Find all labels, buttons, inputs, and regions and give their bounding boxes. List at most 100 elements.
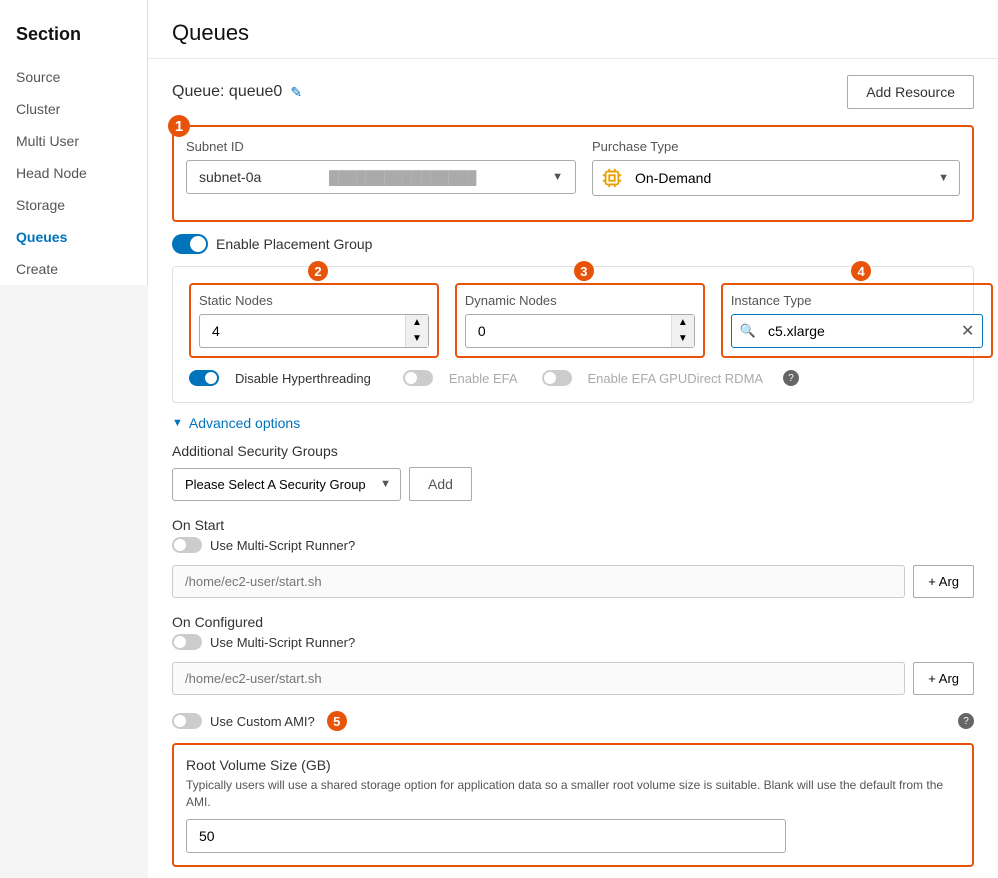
sidebar-item-create[interactable]: Create (0, 253, 147, 285)
efa-gpudirect-toggle[interactable] (542, 370, 572, 386)
step-badge-3: 3 (574, 261, 594, 281)
step-badge-2: 2 (308, 261, 328, 281)
efa-gpudirect-label: Enable EFA GPUDirect RDMA (588, 371, 764, 386)
edit-icon[interactable]: ✎ (290, 84, 302, 101)
static-nodes-input-wrapper: 4 ▲ ▼ (199, 314, 429, 348)
subnet-masked: ████████████████ (329, 170, 476, 185)
security-group-dropdown[interactable]: Please Select A Security Group (172, 468, 401, 501)
chip-icon (593, 161, 631, 195)
purchase-type-dropdown[interactable]: On-Demand (631, 162, 959, 194)
queue-label: Queue: queue0 ✎ (172, 83, 302, 101)
dynamic-nodes-increment[interactable]: ▲ (672, 315, 694, 331)
purchase-type-field: Purchase Type (592, 139, 960, 196)
on-configured-script-input[interactable] (172, 662, 905, 695)
placement-group-row: Enable Placement Group (172, 234, 974, 254)
placement-group-label: Enable Placement Group (216, 236, 372, 252)
dynamic-nodes-spinner: ▲ ▼ (671, 315, 694, 347)
on-configured-multi-toggle[interactable] (172, 634, 202, 650)
static-nodes-field: 2 Static Nodes 4 ▲ ▼ (189, 283, 439, 358)
on-configured-script-row: + Arg (172, 662, 974, 695)
sidebar-title: Section (0, 16, 147, 61)
efa-help-icon[interactable]: ? (783, 370, 799, 386)
on-start-multi-knob (174, 539, 186, 551)
sidebar-item-cluster[interactable]: Cluster (0, 93, 147, 125)
root-volume-box: Root Volume Size (GB) Typically users wi… (172, 743, 974, 867)
subnet-field: Subnet ID subnet-0a ████████████████ ▼ (186, 139, 576, 196)
on-start-section: On Start Use Multi-Script Runner? + Arg (172, 517, 974, 598)
root-volume-title: Root Volume Size (GB) (186, 757, 960, 773)
on-start-multi-row: Use Multi-Script Runner? (172, 537, 974, 553)
step-badge-4: 4 (851, 261, 871, 281)
efa-toggle[interactable] (403, 370, 433, 386)
purchase-type-label: Purchase Type (592, 139, 960, 154)
custom-ami-label: Use Custom AMI? (210, 714, 315, 729)
custom-ami-knob (174, 715, 186, 727)
on-configured-multi-label: Use Multi-Script Runner? (210, 635, 355, 650)
custom-ami-left: Use Custom AMI? 5 (172, 711, 347, 731)
instance-type-input-wrapper: 🔍 c5.xlarge ✕ (731, 314, 984, 348)
on-start-script-input[interactable] (172, 565, 905, 598)
dynamic-nodes-input[interactable]: 0 (466, 315, 671, 347)
custom-ami-help-icon[interactable]: ? (958, 713, 974, 729)
sidebar-item-source[interactable]: Source (0, 61, 147, 93)
subnet-label: Subnet ID (186, 139, 576, 154)
on-configured-multi-row: Use Multi-Script Runner? (172, 634, 974, 650)
advanced-options-toggle[interactable]: ▼ Advanced options (172, 415, 974, 431)
on-start-script-row: + Arg (172, 565, 974, 598)
static-nodes-input[interactable]: 4 (200, 315, 405, 347)
sidebar: Section Source Cluster Multi User Head N… (0, 0, 148, 878)
dynamic-nodes-input-wrapper: 0 ▲ ▼ (465, 314, 695, 348)
security-groups-section-label: Additional Security Groups (172, 443, 974, 459)
subnet-select[interactable]: subnet-0a ████████████████ ▼ (186, 160, 576, 194)
toggle-knob (190, 236, 206, 252)
advanced-options-label: Advanced options (189, 415, 300, 431)
efa-gpudirect-knob (544, 372, 556, 384)
chevron-down-icon: ▼ (172, 417, 183, 429)
sidebar-item-multi-user[interactable]: Multi User (0, 125, 147, 157)
instance-type-label: Instance Type (731, 293, 984, 308)
security-groups-row: Please Select A Security Group Add (172, 467, 974, 501)
static-nodes-label: Static Nodes (199, 293, 429, 308)
dynamic-nodes-label: Dynamic Nodes (465, 293, 695, 308)
subnet-value: subnet-0a (199, 169, 261, 185)
security-group-add-button[interactable]: Add (409, 467, 472, 501)
queue-name: Queue: queue0 (172, 83, 282, 101)
instance-type-field: 4 Instance Type 🔍 c5.xlarge ✕ (721, 283, 994, 358)
placement-group-toggle[interactable] (172, 234, 208, 254)
instance-type-clear-button[interactable]: ✕ (953, 321, 982, 341)
hyperthreading-toggle[interactable] (189, 370, 219, 386)
add-resource-button[interactable]: Add Resource (847, 75, 974, 109)
static-nodes-spinner: ▲ ▼ (405, 315, 428, 347)
ht-efa-row: Disable Hyperthreading Enable EFA Enable… (189, 370, 957, 386)
on-configured-multi-knob (174, 636, 186, 648)
step-badge-1: 1 (168, 115, 190, 137)
on-start-label: On Start (172, 517, 974, 533)
on-start-arg-button[interactable]: + Arg (913, 565, 974, 598)
root-volume-input[interactable]: 50 (186, 819, 786, 853)
efa-label: Enable EFA (449, 371, 518, 386)
security-select-wrapper: Please Select A Security Group (172, 468, 401, 501)
root-volume-description: Typically users will use a shared storag… (186, 777, 960, 811)
on-start-multi-toggle[interactable] (172, 537, 202, 553)
sidebar-item-head-node[interactable]: Head Node (0, 157, 147, 189)
page-title: Queues (148, 0, 998, 59)
on-start-multi-label: Use Multi-Script Runner? (210, 538, 355, 553)
on-configured-label: On Configured (172, 614, 974, 630)
on-configured-arg-button[interactable]: + Arg (913, 662, 974, 695)
instance-type-input[interactable]: c5.xlarge (764, 315, 953, 347)
static-nodes-decrement[interactable]: ▼ (406, 331, 428, 347)
nodes-grid: 2 Static Nodes 4 ▲ ▼ 3 (189, 283, 957, 358)
search-icon: 🔍 (732, 323, 764, 339)
on-configured-section: On Configured Use Multi-Script Runner? +… (172, 614, 974, 695)
dynamic-nodes-decrement[interactable]: ▼ (672, 331, 694, 347)
custom-ami-toggle[interactable] (172, 713, 202, 729)
sidebar-item-queues[interactable]: Queues (0, 221, 147, 253)
main-content: Queues Queue: queue0 ✎ Add Resource 1 Su… (148, 0, 998, 878)
dynamic-nodes-field: 3 Dynamic Nodes 0 ▲ ▼ (455, 283, 705, 358)
purchase-type-select-wrapper: On-Demand ▼ (592, 160, 960, 196)
static-nodes-increment[interactable]: ▲ (406, 315, 428, 331)
queue-header: Queue: queue0 ✎ Add Resource (172, 75, 974, 109)
sidebar-item-storage[interactable]: Storage (0, 189, 147, 221)
efa-knob (405, 372, 417, 384)
hyperthreading-knob (205, 372, 217, 384)
